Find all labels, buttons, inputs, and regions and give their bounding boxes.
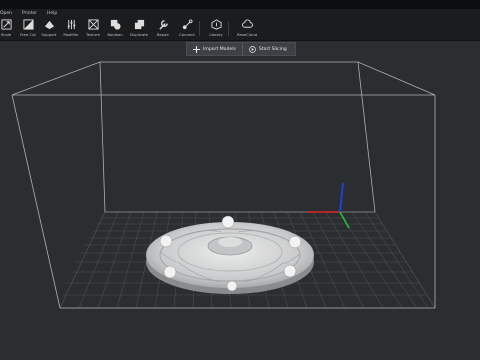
support-icon [44,20,54,30]
free-cut-icon [22,19,34,30]
support-button[interactable]: Support [39,19,59,37]
boolean-button[interactable]: Boolean [105,19,125,37]
ceiling-medallion-model[interactable] [146,215,314,294]
toolbar-separator [199,21,200,36]
duplicate-button[interactable]: Duplicate [129,19,149,37]
scale-icon [0,19,12,30]
texture-icon [87,19,99,30]
free-cut-button[interactable]: Free Cut [18,19,38,37]
connect-button[interactable]: Connect [177,19,197,37]
cloud-button[interactable]: RaseCloud [237,19,257,37]
cloud-icon [241,19,253,28]
menu-printer[interactable]: Printer [22,11,37,16]
modifier-button[interactable]: Modifier [61,19,81,37]
menu-bar: Open Printer Help [0,9,480,18]
library-button[interactable]: Library [206,19,226,37]
connect-icon [182,19,193,30]
menu-help[interactable]: Help [47,11,57,16]
library-icon [210,19,222,30]
menu-open[interactable]: Open [0,11,12,16]
duplicate-icon [134,19,144,30]
title-bar [0,0,480,9]
scale-button[interactable]: Scale [0,19,16,37]
repair-icon [158,20,168,30]
repair-button[interactable]: Repair [153,19,173,37]
3d-viewport[interactable] [0,40,480,360]
texture-button[interactable]: Texture [83,19,103,37]
toolbar-separator [228,21,229,36]
toolbar: Scale Free Cut Support Modifier Texture … [0,18,480,41]
boolean-icon [110,19,121,30]
modifier-icon [67,19,75,30]
